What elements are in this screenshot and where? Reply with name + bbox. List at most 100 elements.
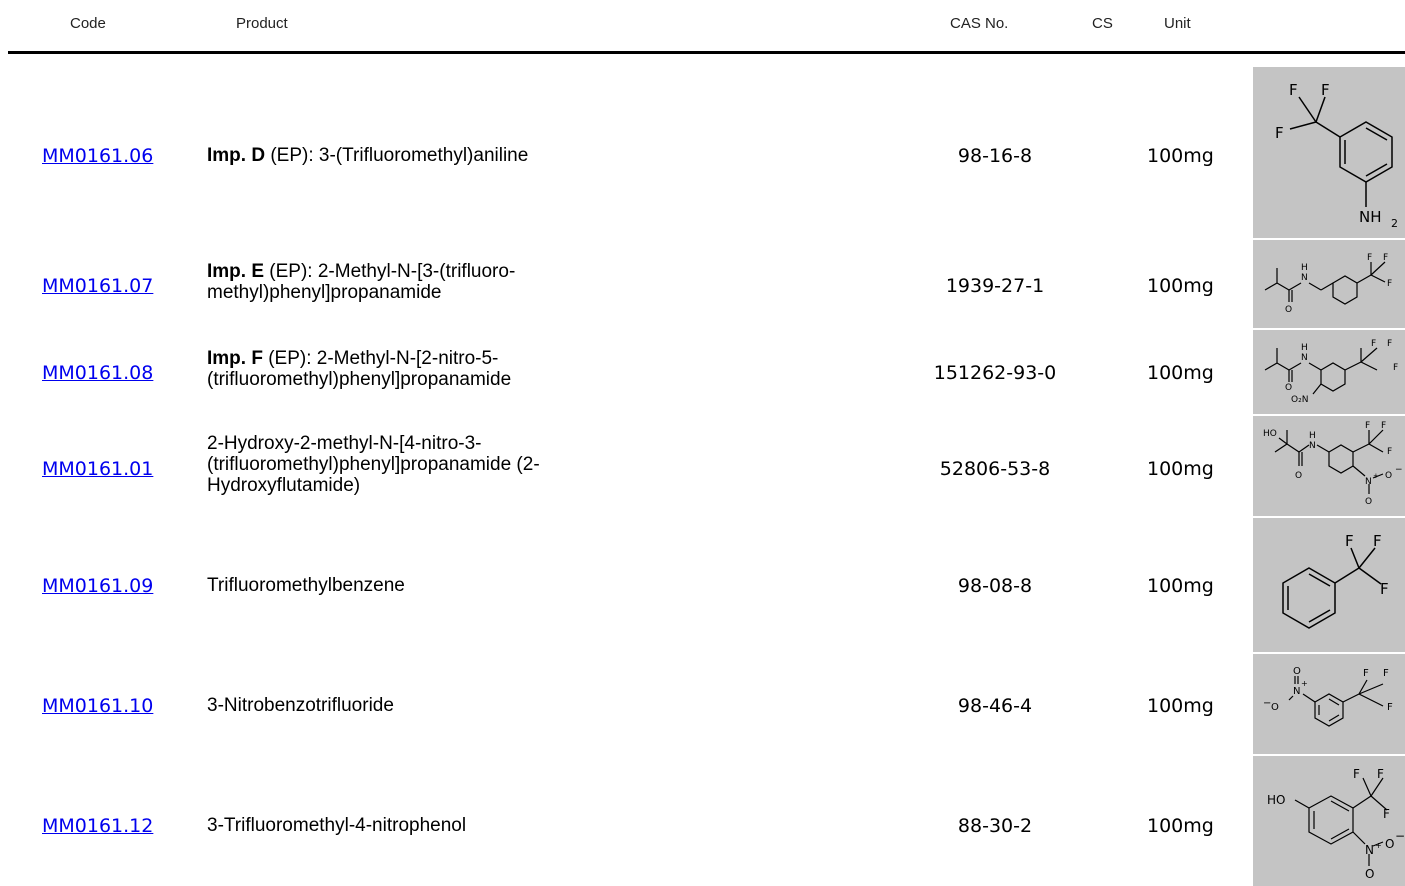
table-row: MM0161.01 2-Hydroxy-2-methyl-N-[4-nitro-… <box>0 416 1405 516</box>
product-code-link[interactable]: MM0161.06 <box>42 145 153 167</box>
svg-text:O: O <box>1365 867 1374 881</box>
svg-text:H: H <box>1301 263 1308 273</box>
header-cas: CAS No. <box>950 15 1009 32</box>
svg-text:F: F <box>1393 363 1398 373</box>
product-code-link[interactable]: MM0161.09 <box>42 575 153 597</box>
svg-text:O: O <box>1285 383 1292 393</box>
svg-text:F: F <box>1371 339 1376 349</box>
structure-image: HO F F F N + O − O <box>1253 756 1405 886</box>
hydroxyflutamide-structure-icon: HO H N O F F F N + O − O <box>1263 421 1403 507</box>
svg-text:H: H <box>1309 431 1316 441</box>
svg-text:F: F <box>1353 767 1360 781</box>
svg-text:HO: HO <box>1267 793 1285 807</box>
svg-text:F: F <box>1387 702 1393 713</box>
svg-text:O: O <box>1295 471 1302 481</box>
svg-text:HO: HO <box>1263 429 1277 439</box>
svg-text:O: O <box>1285 305 1292 315</box>
table-header: Code Product CAS No. CS Unit <box>0 0 1405 52</box>
product-code-link[interactable]: MM0161.07 <box>42 275 153 297</box>
product-code-link[interactable]: MM0161.08 <box>42 362 153 384</box>
svg-text:F: F <box>1387 279 1392 289</box>
svg-text:+: + <box>1375 841 1382 850</box>
cas-number: 98-16-8 <box>957 145 1033 167</box>
cas-number: 88-30-2 <box>957 815 1033 837</box>
table-row: MM0161.12 3-Trifluoromethyl-4-nitropheno… <box>0 756 1405 886</box>
structure-image: H N O F F F <box>1253 240 1405 328</box>
product-name-bold: Imp. E <box>207 261 265 282</box>
product-code-link[interactable]: MM0161.12 <box>42 815 153 837</box>
cas-number: 151262-93-0 <box>933 362 1057 384</box>
svg-text:N: N <box>1301 273 1308 283</box>
header-unit: Unit <box>1164 15 1191 32</box>
product-name-text: 2-Hydroxy-2-methyl-N-[4-nitro-3-(trifluo… <box>207 433 540 496</box>
product-name: 2-Hydroxy-2-methyl-N-[4-nitro-3-(trifluo… <box>207 433 597 496</box>
svg-text:F: F <box>1345 532 1354 550</box>
svg-text:2: 2 <box>1391 217 1398 230</box>
product-name: Imp. F (EP): 2-Methyl-N-[2-nitro-5-(trif… <box>207 348 607 390</box>
svg-text:+: + <box>1373 472 1379 480</box>
svg-text:H: H <box>1301 343 1308 353</box>
svg-text:F: F <box>1383 807 1390 821</box>
header-divider <box>8 51 1405 54</box>
svg-text:F: F <box>1363 668 1369 679</box>
svg-text:O: O <box>1365 497 1372 507</box>
svg-text:O: O <box>1271 702 1279 713</box>
imp-e-structure-icon: H N O F F F <box>1264 253 1392 315</box>
product-name: Imp. E (EP): 2-Methyl-N-[3-(trifluoro-me… <box>207 261 607 303</box>
product-name-bold: Imp. D <box>207 145 266 166</box>
svg-text:N: N <box>1365 477 1372 487</box>
svg-text:N: N <box>1301 353 1308 363</box>
header-code: Code <box>70 15 106 32</box>
svg-text:F: F <box>1381 421 1386 431</box>
svg-text:F: F <box>1373 532 1382 550</box>
structure-image: H N O O₂N F F F <box>1253 330 1405 414</box>
product-name: 3-Nitrobenzotrifluoride <box>207 695 627 716</box>
product-name-text: Trifluoromethylbenzene <box>207 575 405 596</box>
table-row: MM0161.10 3-Nitrobenzotrifluoride 98-46-… <box>0 654 1405 754</box>
unit-size: 100mg <box>1147 575 1214 597</box>
svg-text:F: F <box>1377 767 1384 781</box>
table-row: MM0161.06 Imp. D (EP): 3-(Trifluoromethy… <box>0 67 1405 238</box>
table-row: MM0161.09 Trifluoromethylbenzene 98-08-8… <box>0 518 1405 652</box>
header-cs: CS <box>1092 15 1113 32</box>
cas-number: 98-08-8 <box>957 575 1033 597</box>
trifluoromethyl-aniline-structure-icon: F F F NH 2 <box>1275 81 1398 230</box>
cas-number: 1939-27-1 <box>945 275 1045 297</box>
product-name: Trifluoromethylbenzene <box>207 575 627 596</box>
structure-image: F F F NH 2 <box>1253 67 1405 238</box>
nitrobenzotrifluoride-structure-icon: O N + − O F F F <box>1263 666 1393 727</box>
trifluoromethyl-nitrophenol-structure-icon: HO F F F N + O − O <box>1267 767 1405 881</box>
unit-size: 100mg <box>1147 815 1214 837</box>
product-name-bold: Imp. F <box>207 348 263 369</box>
product-code-link[interactable]: MM0161.01 <box>42 458 153 480</box>
imp-f-structure-icon: H N O O₂N F F F <box>1264 339 1398 405</box>
svg-text:F: F <box>1365 421 1370 431</box>
cas-number: 52806-53-8 <box>939 458 1051 480</box>
svg-text:F: F <box>1321 81 1330 99</box>
svg-text:NH: NH <box>1359 208 1382 226</box>
unit-size: 100mg <box>1147 145 1214 167</box>
svg-text:F: F <box>1367 253 1372 263</box>
svg-text:F: F <box>1289 81 1298 99</box>
svg-text:+: + <box>1301 679 1308 688</box>
product-name: Imp. D (EP): 3-(Trifluoromethyl)aniline <box>207 145 807 166</box>
product-name: 3-Trifluoromethyl-4-nitrophenol <box>207 815 627 836</box>
product-code-link[interactable]: MM0161.10 <box>42 695 153 717</box>
svg-text:N: N <box>1365 843 1374 857</box>
unit-size: 100mg <box>1147 362 1214 384</box>
table-row: MM0161.08 Imp. F (EP): 2-Methyl-N-[2-nit… <box>0 330 1405 414</box>
svg-text:O: O <box>1385 837 1394 851</box>
svg-text:N: N <box>1293 686 1300 697</box>
product-name-text: 3-Nitrobenzotrifluoride <box>207 695 394 716</box>
product-name-text: (EP): 3-(Trifluoromethyl)aniline <box>265 145 529 166</box>
table-row: MM0161.07 Imp. E (EP): 2-Methyl-N-[3-(tr… <box>0 240 1405 328</box>
svg-text:O: O <box>1385 471 1392 481</box>
svg-text:F: F <box>1387 339 1392 349</box>
product-name-text: 3-Trifluoromethyl-4-nitrophenol <box>207 815 467 836</box>
svg-text:N: N <box>1309 441 1316 451</box>
trifluoromethylbenzene-structure-icon: F F F <box>1282 532 1389 629</box>
svg-text:F: F <box>1383 253 1388 263</box>
svg-text:O: O <box>1293 666 1301 677</box>
svg-text:F: F <box>1380 580 1389 598</box>
svg-text:−: − <box>1395 465 1403 475</box>
